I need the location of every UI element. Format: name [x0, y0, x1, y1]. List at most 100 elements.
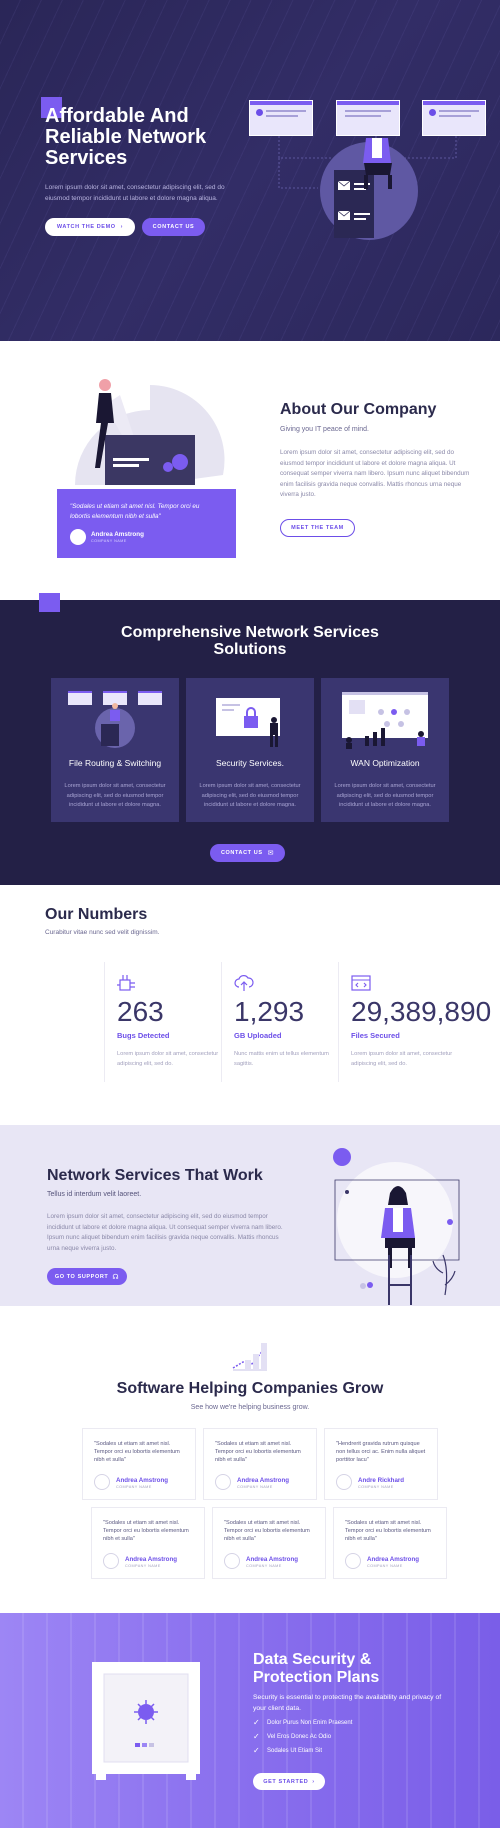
testimonial-quote: "Sodales ut etiam sit amet nisl. Tempor … [215, 1441, 301, 1463]
stat-bugs-value: 263 [117, 996, 164, 1027]
numbers-subtitle: Curabitur vitae nunc sed velit dignissim… [45, 929, 160, 936]
window-card-2 [336, 100, 400, 136]
services-contact-label: CONTACT US [220, 850, 263, 856]
security-list-item: ✓ Dolor Purus Non Enim Praesent [253, 1719, 352, 1727]
get-started-label: GET STARTED [263, 1778, 309, 1785]
testimonial-company: COMPANY NAME [237, 1485, 273, 1489]
testimonial-card: "Sodales ut etiam sit amet nisl. Tempor … [82, 1428, 196, 1500]
service-card-routing-title: File Routing & Switching [68, 758, 162, 768]
testimonial-card: "Sodales ut etiam sit amet nisl. Tempor … [212, 1507, 326, 1579]
hero-title: Affordable And Reliable Network Services [45, 105, 207, 169]
headset-icon: ☊ [112, 1273, 120, 1281]
stat-gb-text: Nunc mattis enim ut tellus elementum sag… [234, 1051, 329, 1067]
watch-demo-button[interactable]: WATCH THE DEMO › [45, 218, 135, 236]
testimonial-name: Andrea Amstrong [237, 1477, 290, 1484]
check-icon: ✓ [253, 1718, 260, 1727]
meet-team-label: MEET THE TEAM [291, 525, 344, 531]
testimonial-quote: "Sodales ut etiam sit amet nisl. Tempor … [103, 1520, 189, 1542]
avatar [94, 1474, 110, 1490]
testimonial-quote: "Hendrerit gravida rutrum quisque non te… [336, 1441, 426, 1463]
window-card-1 [249, 100, 313, 136]
testimonial-company: COMPANY NAME [125, 1564, 161, 1568]
testimonials-subtitle: See how we're helping business grow. [190, 1404, 310, 1411]
service-card-wan-text: Lorem ipsum dolor sit amet, consectetur … [334, 783, 436, 808]
testimonial-company: COMPANY NAME [358, 1485, 394, 1489]
code-window-icon [351, 975, 371, 991]
about-subtitle: Giving you IT peace of mind. [280, 426, 369, 433]
avatar [224, 1553, 240, 1569]
about-illustration [75, 375, 225, 490]
watch-demo-label: WATCH THE DEMO [56, 224, 116, 230]
security-list-item-label: Sodales Ut Etiam Sit [267, 1748, 323, 1754]
go-to-support-button[interactable]: GO TO SUPPORT ☊ [47, 1268, 127, 1285]
testimonial-company: COMPANY NAME [246, 1564, 282, 1568]
cloud-upload-icon [234, 975, 254, 991]
growth-chart-icon [231, 1340, 269, 1372]
testimonial-card: "Sodales ut etiam sit amet nisl. Tempor … [333, 1507, 447, 1579]
security-text: Security is essential to protecting the … [253, 1694, 442, 1712]
about-author-name: Andrea Amstrong [91, 531, 144, 538]
author-avatar [70, 529, 86, 545]
stat-files-label: Files Secured [351, 1031, 400, 1040]
mail-icon: ✉ [267, 850, 275, 857]
check-icon: ✓ [253, 1732, 260, 1741]
testimonial-company: COMPANY NAME [116, 1485, 152, 1489]
hero-contact-button[interactable]: CONTACT US [142, 218, 205, 236]
about-author-company: COMPANY NAME [91, 539, 127, 543]
services-title: Comprehensive Network Services Solutions [121, 624, 379, 658]
security-list-item-label: Dolor Purus Non Enim Praesent [267, 1720, 353, 1726]
chevron-right-icon: › [312, 1778, 315, 1785]
service-card-wan[interactable]: WAN Optimization Lorem ipsum dolor sit a… [321, 678, 449, 822]
stat-bugs-text: Lorem ipsum dolor sit amet, consectetur … [117, 1051, 219, 1067]
about-title: About Our Company [280, 401, 437, 418]
service-card-routing-text: Lorem ipsum dolor sit amet, consectetur … [64, 783, 166, 808]
security-title: Data Security & Protection Plans [253, 1651, 380, 1686]
security-list-item-label: Vel Eros Donec Ac Odio [267, 1734, 332, 1740]
about-quote-text: "Sodales ut etiam sit amet nisl. Tempor … [70, 503, 200, 520]
testimonial-name: Andrea Amstrong [367, 1556, 420, 1563]
presentation-icon [75, 379, 225, 485]
avatar [336, 1474, 352, 1490]
security-list-item: ✓ Sodales Ut Etiam Sit [253, 1747, 322, 1755]
work-title: Network Services That Work [47, 1167, 263, 1184]
stat-gb-label: GB Uploaded [234, 1031, 282, 1040]
service-card-wan-title: WAN Optimization [350, 758, 420, 768]
testimonial-name: Andrea Amstrong [125, 1556, 178, 1563]
window-card-3 [422, 100, 486, 136]
numbers-title: Our Numbers [45, 906, 148, 923]
work-text: Lorem ipsum dolor sit amet, consectetur … [47, 1213, 283, 1252]
service-card-security[interactable]: Security Services. Lorem ipsum dolor sit… [186, 678, 314, 822]
service-card-security-title: Security Services. [215, 758, 285, 768]
circuit-icon [117, 975, 135, 991]
stat-bugs: 263 Bugs Detected Lorem ipsum dolor sit … [104, 962, 221, 1082]
security-list-item: ✓ Vel Eros Donec Ac Odio [253, 1733, 331, 1741]
service-card-routing[interactable]: File Routing & Switching Lorem ipsum dol… [51, 678, 179, 822]
services-accent-square [39, 593, 60, 612]
stat-files-text: Lorem ipsum dolor sit amet, consectetur … [351, 1051, 453, 1067]
person-on-stool-icon [333, 1148, 460, 1305]
avatar [345, 1553, 361, 1569]
get-started-button[interactable]: GET STARTED › [253, 1773, 325, 1790]
work-illustration [325, 1145, 465, 1306]
security-background-pattern [0, 1613, 500, 1828]
testimonial-card: "Hendrerit gravida rutrum quisque non te… [324, 1428, 438, 1500]
stat-gb: 1,293 GB Uploaded Nunc mattis enim ut te… [221, 962, 338, 1082]
services-contact-button[interactable]: CONTACT US ✉ [210, 844, 285, 862]
testimonial-quote: "Sodales ut etiam sit amet nisl. Tempor … [94, 1441, 180, 1463]
testimonials-title: Software Helping Companies Grow [116, 1380, 384, 1397]
security-illustration-icon [216, 698, 280, 747]
stat-files: 29,389,890 Files Secured Lorem ipsum dol… [338, 962, 491, 1082]
avatar [103, 1553, 119, 1569]
wan-illustration-icon [342, 692, 428, 749]
routing-illustration-icon [68, 691, 162, 748]
testimonial-card: "Sodales ut etiam sit amet nisl. Tempor … [91, 1507, 205, 1579]
stat-gb-value: 1,293 [234, 996, 305, 1027]
testimonial-card: "Sodales ut etiam sit amet nisl. Tempor … [203, 1428, 317, 1500]
meet-team-button[interactable]: MEET THE TEAM [280, 519, 355, 537]
testimonial-quote: "Sodales ut etiam sit amet nisl. Tempor … [345, 1520, 431, 1542]
testimonial-company: COMPANY NAME [367, 1564, 403, 1568]
testimonial-name: Andrea Amstrong [116, 1477, 169, 1484]
service-card-security-text: Lorem ipsum dolor sit amet, consectetur … [199, 783, 301, 808]
testimonial-name: Andre Rickhard [358, 1477, 405, 1484]
avatar [215, 1474, 231, 1490]
